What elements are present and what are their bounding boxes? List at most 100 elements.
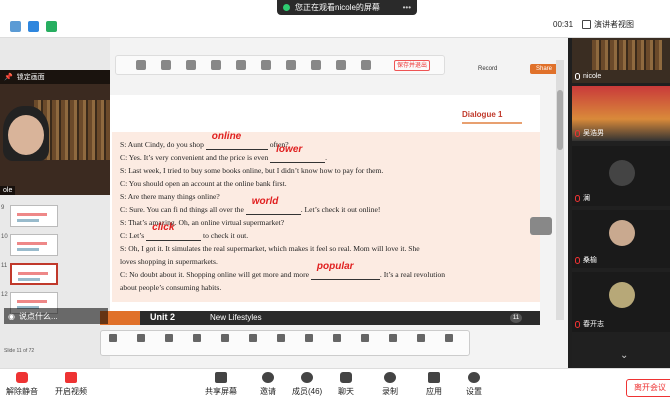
line-text: S: That’s amazing. Oh, an online virtual…	[120, 218, 285, 227]
members-button[interactable]: 成员(46)	[292, 372, 322, 397]
dialogue-line: about people’s consuming habits.	[120, 283, 221, 292]
page-number: 11	[510, 313, 522, 323]
thumb-line	[18, 272, 48, 275]
participant-tile[interactable]: 吴浩男	[572, 86, 670, 141]
eraser-icon[interactable]	[305, 334, 313, 342]
participant-label: 春开志	[575, 319, 604, 329]
settings-icon[interactable]	[336, 60, 346, 70]
answer-blank: popular	[310, 261, 380, 280]
share-screen-button[interactable]: 共享屏幕	[205, 372, 237, 397]
participant-tile[interactable]: 桑榆	[572, 210, 670, 268]
move-icon[interactable]	[137, 334, 145, 342]
heading-underline	[462, 122, 522, 124]
line-text: to check it out.	[201, 231, 249, 240]
record-icon	[384, 372, 396, 383]
chevron-down-icon[interactable]: ⌄	[620, 350, 628, 361]
answer-blank: world	[245, 196, 301, 215]
save-icon[interactable]	[417, 334, 425, 342]
apps-icon[interactable]	[311, 60, 321, 70]
comment-bar[interactable]: ◉ 说点什么...	[4, 308, 108, 324]
thumb-line	[17, 219, 39, 222]
share-button[interactable]: Share	[530, 64, 558, 74]
invite-button[interactable]: 邀请	[260, 372, 276, 397]
slide-thumbnail[interactable]	[10, 205, 58, 227]
participant-panel: nicole 吴浩男 澜 桑榆 春开志 ⌄	[572, 38, 670, 368]
leave-meeting-button[interactable]: 离开会议	[626, 379, 670, 397]
line-text: S: Are there many things online?	[120, 192, 220, 201]
shape-icon[interactable]	[277, 334, 285, 342]
clear-icon[interactable]	[389, 334, 397, 342]
slide-scrollbar[interactable]	[556, 60, 564, 320]
save-exit-button[interactable]: 保存并退出	[394, 60, 430, 71]
participant-tile[interactable]: 春开志	[572, 272, 670, 332]
chat-button[interactable]: 聊天	[338, 372, 354, 397]
apps-button[interactable]: 应用	[426, 372, 442, 397]
chat-icon[interactable]	[236, 60, 246, 70]
unit-title: New Lifestyles	[210, 313, 262, 322]
shield-icon[interactable]	[28, 21, 39, 32]
comment-icon: ◉	[8, 311, 15, 321]
self-name: ole	[0, 186, 16, 195]
dialogue-line: C: Let’s click to check it out.	[120, 222, 249, 241]
undo-icon[interactable]	[333, 334, 341, 342]
participant-tile[interactable]: nicole	[572, 38, 670, 83]
record-button[interactable]: 录制	[382, 372, 398, 397]
settings-button[interactable]: 设置	[466, 372, 482, 397]
highlighter-icon[interactable]	[221, 334, 229, 342]
self-video[interactable]: ole	[0, 70, 110, 195]
screen-share-banner[interactable]: 您正在观看nicole的屏幕 •••	[277, 0, 417, 15]
line-text: loves shopping in supermarkets.	[120, 257, 218, 266]
settings-label: 设置	[466, 387, 482, 396]
pointer-icon[interactable]	[109, 334, 117, 342]
floating-control[interactable]	[530, 217, 552, 235]
download-icon[interactable]	[445, 334, 453, 342]
handwritten-answer: world	[251, 196, 279, 207]
participant-label: 吴浩男	[575, 128, 604, 138]
text-icon[interactable]	[249, 334, 257, 342]
slide-thumbnail[interactable]	[10, 234, 58, 256]
handwritten-answer: click	[152, 222, 175, 233]
answer-blank: click	[146, 222, 202, 241]
redo-icon[interactable]	[361, 334, 369, 342]
record-label: 录制	[382, 387, 398, 396]
slide-status: Slide 11 of 72	[4, 348, 35, 354]
thumb-item[interactable]: 9	[1, 205, 62, 227]
view-switch-button[interactable]: 演讲者视图	[582, 19, 634, 30]
lock-view-label: 锁定画面	[16, 74, 45, 81]
dialogue-line: S: Are there many things online?	[120, 192, 220, 201]
participant-tile[interactable]: 澜	[572, 146, 670, 206]
scroll-thumb[interactable]	[557, 90, 563, 150]
avatar	[8, 115, 44, 155]
share-icon[interactable]	[211, 60, 221, 70]
dialogue-line: S: Aunt Cindy, do you shop online often?	[120, 131, 289, 150]
mic-muted-icon	[575, 129, 580, 137]
more-icon[interactable]: •••	[403, 3, 411, 12]
thumb-item[interactable]: 10	[1, 234, 62, 256]
participant-name: 吴浩男	[583, 130, 604, 137]
line-text: C: Yes. It’s very convenient and the pri…	[120, 153, 271, 162]
pin-icon: 📌	[4, 74, 13, 81]
mute-button[interactable]: 解除静音	[6, 372, 38, 397]
record-icon[interactable]	[261, 60, 271, 70]
thumbnail-list: 9 10 11 12	[1, 205, 62, 321]
camera-off-icon	[65, 372, 77, 383]
pen-icon[interactable]	[193, 334, 201, 342]
thumb-item[interactable]: 11	[1, 263, 62, 285]
laser-icon[interactable]	[165, 334, 173, 342]
camera-icon[interactable]	[161, 60, 171, 70]
thumb-line	[17, 248, 39, 251]
mic-icon[interactable]	[136, 60, 146, 70]
slide-thumbnail-active[interactable]	[10, 263, 58, 285]
grid-icon	[582, 20, 591, 29]
more-tools-icon[interactable]	[361, 60, 371, 70]
info-icon[interactable]	[10, 21, 21, 32]
record-label[interactable]: Record	[478, 66, 497, 72]
share-screen-label: 共享屏幕	[205, 387, 237, 396]
mic-icon	[575, 73, 580, 80]
thumb-number: 10	[1, 234, 8, 240]
lock-view-tag[interactable]: 📌 锁定画面	[0, 70, 110, 84]
participants-icon[interactable]	[186, 60, 196, 70]
mic-muted-icon	[575, 320, 580, 328]
annotate-icon[interactable]	[286, 60, 296, 70]
video-button[interactable]: 开启视频	[55, 372, 87, 397]
